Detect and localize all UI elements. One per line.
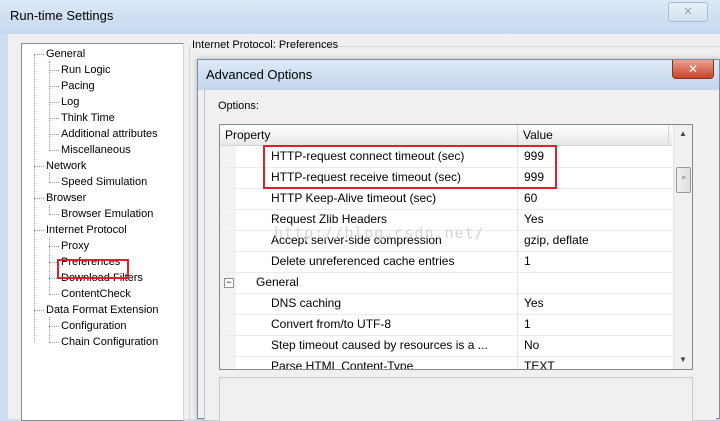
tree-node-think-time[interactable]: Think Time [61, 111, 115, 125]
grid-row[interactable]: Convert from/to UTF-8 1 [220, 314, 672, 336]
window-titlebar[interactable]: Run-time Settings ✕ [0, 0, 720, 34]
dialog-close-icon[interactable]: ✕ [672, 60, 714, 79]
dialog-title: Advanced Options [206, 67, 313, 82]
tree-node-additional-attributes[interactable]: Additional attributes [61, 127, 158, 141]
grid-row[interactable]: Step timeout caused by resources is a ..… [220, 335, 672, 357]
scroll-thumb[interactable]: ≡ [676, 167, 691, 193]
advanced-options-dialog: Advanced Options ✕ Options: Property Val… [197, 59, 720, 421]
scroll-down-icon[interactable]: ▼ [674, 351, 692, 369]
preferences-group-frame [189, 46, 194, 419]
tree-node-chain-configuration[interactable]: Chain Configuration [61, 335, 158, 349]
row-value[interactable]: 1 [524, 254, 531, 268]
tree-node-general[interactable]: General [46, 47, 85, 61]
description-panel [219, 377, 693, 421]
grid-row[interactable]: Delete unreferenced cache entries 1 [220, 251, 672, 273]
grid-category-row[interactable]: − General [220, 272, 672, 294]
column-header-value-label: Value [523, 128, 553, 142]
row-value[interactable]: 1 [524, 317, 531, 331]
property-grid[interactable]: Property Value HTTP-request connect time… [219, 124, 693, 370]
row-property: Convert from/to UTF-8 [271, 317, 392, 331]
column-header-value[interactable]: Value [518, 125, 669, 145]
dialog-titlebar[interactable]: Advanced Options ✕ [198, 60, 719, 90]
row-property: Step timeout caused by resources is a ..… [271, 338, 488, 352]
tree-node-configuration[interactable]: Configuration [61, 319, 126, 333]
tree-node-browser-emulation[interactable]: Browser Emulation [61, 207, 153, 221]
tree-node-speed-simulation[interactable]: Speed Simulation [61, 175, 147, 189]
tree-node-internet-protocol[interactable]: Internet Protocol [46, 223, 127, 237]
row-value[interactable]: TEXT [524, 359, 555, 369]
grid-row[interactable]: Parse HTML Content-Type TEXT [220, 356, 672, 370]
tree-node-browser[interactable]: Browser [46, 191, 86, 205]
row-value[interactable]: Yes [524, 212, 544, 226]
row-property: Parse HTML Content-Type [271, 359, 414, 370]
options-label: Options: [218, 100, 259, 112]
tree-node-pacing[interactable]: Pacing [61, 79, 95, 93]
grid-header: Property Value [220, 125, 672, 146]
preferences-highlight-box [57, 259, 129, 279]
grid-row[interactable]: DNS caching Yes [220, 293, 672, 315]
row-value[interactable]: 60 [524, 191, 537, 205]
category-label: General [256, 275, 299, 289]
dialog-content: Options: Property Value HTTP-request con… [204, 90, 716, 421]
timeout-rows-highlight-box [263, 145, 557, 189]
row-property: HTTP Keep-Alive timeout (sec) [271, 191, 437, 205]
grid-row[interactable]: HTTP Keep-Alive timeout (sec) 60 [220, 188, 672, 210]
window-title: Run-time Settings [10, 8, 114, 23]
column-header-property-label: Property [225, 128, 271, 142]
tree-node-proxy[interactable]: Proxy [61, 239, 89, 253]
row-property: DNS caching [271, 296, 342, 310]
row-property: Delete unreferenced cache entries [271, 254, 455, 268]
row-value[interactable]: Yes [524, 296, 544, 310]
row-value[interactable]: No [524, 338, 539, 352]
tree-node-data-format-extension[interactable]: Data Format Extension [46, 303, 159, 317]
tree-node-miscellaneous[interactable]: Miscellaneous [61, 143, 131, 157]
scroll-up-icon[interactable]: ▲ [674, 125, 692, 143]
tree-node-run-logic[interactable]: Run Logic [61, 63, 111, 77]
tree-node-network[interactable]: Network [46, 159, 86, 173]
close-icon[interactable]: ✕ [668, 2, 708, 22]
section-title: Internet Protocol: Preferences [192, 39, 339, 51]
settings-tree[interactable]: General Run Logic Pacing Log Think Time … [21, 43, 184, 421]
watermark-text: http://blog.csdn.net/ [274, 224, 485, 242]
tree-node-log[interactable]: Log [61, 95, 79, 109]
tree-node-contentcheck[interactable]: ContentCheck [61, 287, 131, 301]
column-header-property[interactable]: Property [220, 125, 518, 145]
collapse-icon[interactable]: − [224, 278, 234, 288]
grid-scrollbar[interactable]: ▲ ≡ ▼ [673, 125, 692, 369]
row-value[interactable]: gzip, deflate [524, 233, 589, 247]
